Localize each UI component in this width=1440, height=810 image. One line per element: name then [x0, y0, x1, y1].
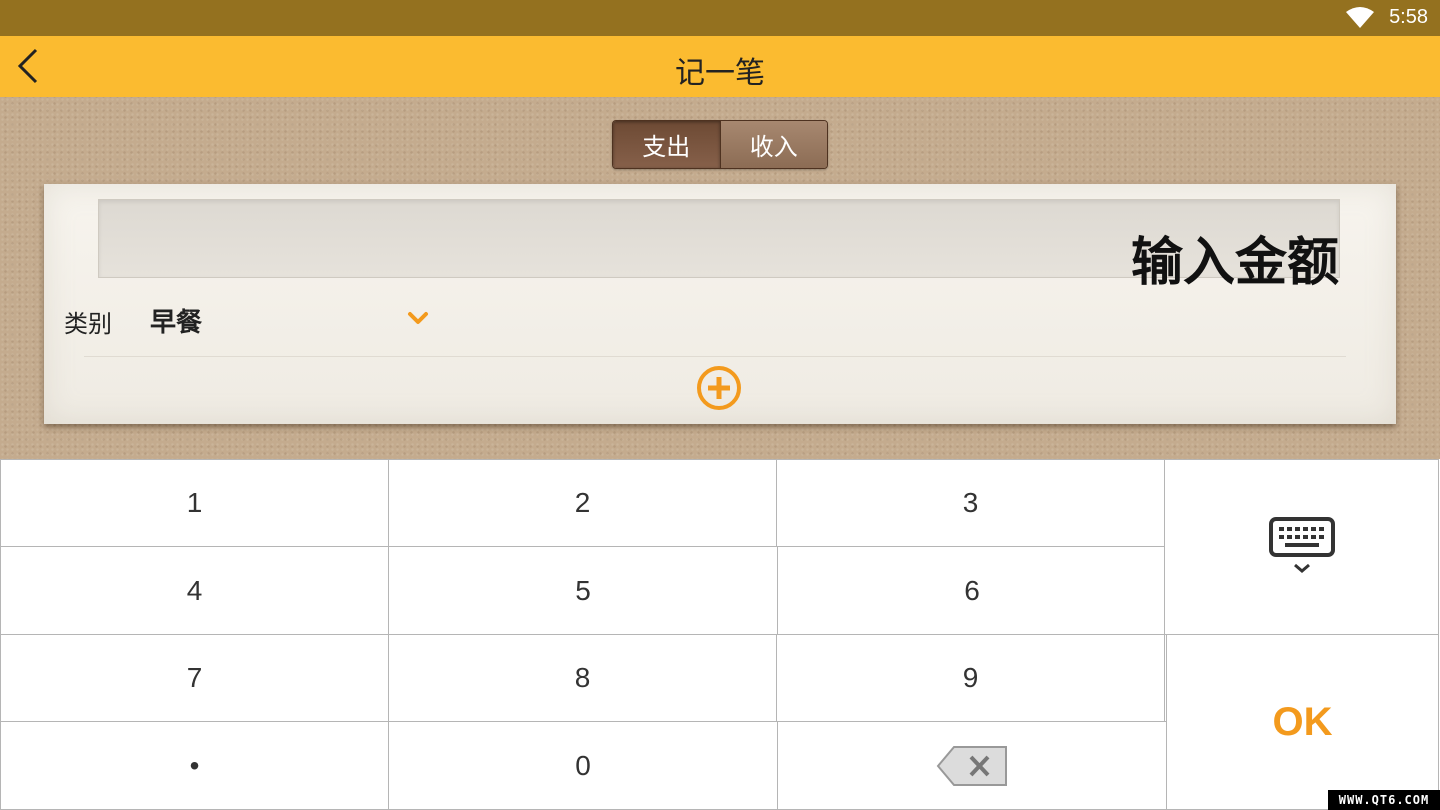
tab-expense[interactable]: 支出	[613, 121, 720, 168]
key-9[interactable]: 9	[776, 634, 1165, 722]
key-0[interactable]: 0	[388, 721, 778, 810]
amount-placeholder: 输入金额	[1130, 233, 1339, 293]
key-2[interactable]: 2	[388, 459, 777, 547]
category-label: 类别	[64, 310, 112, 338]
key-3[interactable]: 3	[776, 459, 1165, 547]
key-6[interactable]: 6	[777, 546, 1167, 635]
entry-panel: 支出 收入 输入金额 类别 早餐	[0, 97, 1440, 459]
status-time: 5:58	[1389, 6, 1428, 28]
type-segmented-control: 支出 收入	[612, 120, 828, 169]
key-1[interactable]: 1	[0, 459, 389, 547]
tab-income[interactable]: 收入	[719, 121, 827, 168]
keyboard-hide-icon	[1268, 517, 1335, 573]
divider	[84, 356, 1346, 357]
page-title: 记一笔	[675, 56, 765, 91]
key-7[interactable]: 7	[0, 634, 389, 722]
category-select[interactable]: 早餐	[150, 302, 202, 339]
hide-keyboard-button[interactable]	[1164, 459, 1439, 635]
key-4[interactable]: 4	[0, 546, 389, 635]
chevron-down-icon[interactable]	[406, 306, 430, 330]
key-dot[interactable]: •	[0, 721, 389, 810]
key-5[interactable]: 5	[388, 546, 778, 635]
key-8[interactable]: 8	[388, 634, 777, 722]
app-bar: 记一笔	[0, 36, 1440, 97]
status-bar: 5:58	[0, 0, 1440, 36]
entry-card: 输入金额 类别 早餐	[44, 184, 1396, 424]
plus-circle-icon[interactable]	[696, 365, 742, 411]
ok-button[interactable]: OK	[1166, 634, 1439, 810]
backspace-button[interactable]	[777, 721, 1167, 810]
watermark: WWW.QT6.COM	[1328, 790, 1440, 810]
amount-input[interactable]: 输入金额	[98, 199, 1340, 293]
numeric-keypad: 1 2 3 4 5 6 7 8 9 • 0 OK	[0, 459, 1440, 810]
backspace-icon	[936, 745, 1007, 786]
wifi-icon	[1346, 7, 1374, 28]
